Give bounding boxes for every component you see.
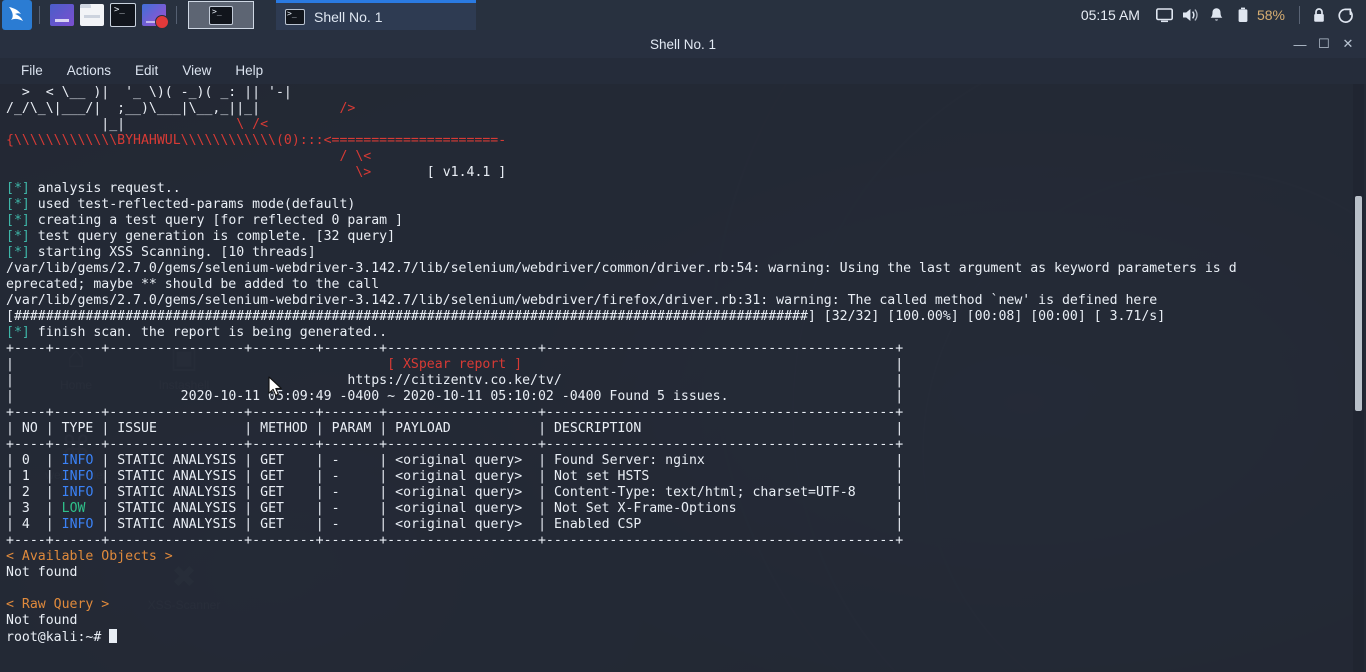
workspace-window-icon <box>209 5 233 25</box>
display-icon[interactable] <box>1152 0 1178 30</box>
kali-dragon-icon[interactable] <box>2 0 32 30</box>
top-panel: Shell No. 1 05:15 AM 58% <box>0 0 1366 30</box>
screen: ⌂ Home ▣ Instashell ⌘ webpwnder ✖ XSS-Sc… <box>0 0 1366 672</box>
clock[interactable]: 05:15 AM <box>1081 7 1140 23</box>
panel-separator <box>176 6 177 24</box>
terminal-window: Shell No. 1 — ☐ ✕ File Actions Edit View… <box>0 30 1366 672</box>
menu-actions[interactable]: Actions <box>55 58 123 84</box>
maximize-button[interactable]: ☐ <box>1312 30 1336 58</box>
window-controls: — ☐ ✕ <box>1288 30 1360 58</box>
scrollbar-thumb[interactable] <box>1355 196 1362 411</box>
menubar: File Actions Edit View Help <box>0 58 1366 84</box>
power-icon[interactable] <box>1332 0 1358 30</box>
menu-help[interactable]: Help <box>223 58 275 84</box>
menu-edit[interactable]: Edit <box>123 58 170 84</box>
menu-file[interactable]: File <box>9 58 55 84</box>
file-manager-launcher[interactable] <box>80 4 104 26</box>
battery-level: 58% <box>1256 7 1285 23</box>
close-button[interactable]: ✕ <box>1336 30 1360 58</box>
window-title: Shell No. 1 <box>649 36 717 52</box>
terminal-output-area[interactable]: > < \__ )| '_ \)( -_)( _: || '-| /_/\_\|… <box>0 84 1366 672</box>
web-browser-launcher[interactable] <box>50 4 74 26</box>
terminal-scrollbar[interactable] <box>1353 84 1364 672</box>
menu-view[interactable]: View <box>170 58 223 84</box>
lock-icon[interactable] <box>1306 0 1332 30</box>
system-tray: 05:15 AM 58% <box>1081 0 1366 30</box>
terminal-launcher[interactable] <box>110 3 136 27</box>
workspace-switcher[interactable] <box>188 1 254 29</box>
terminal-icon <box>285 8 305 25</box>
terminal-text: > < \__ )| '_ \)( -_)( _: || '-| /_/\_\|… <box>6 85 1237 645</box>
speaker-icon[interactable] <box>1178 0 1204 30</box>
task-button-shell-no-1[interactable]: Shell No. 1 <box>276 0 476 30</box>
battery-icon[interactable] <box>1230 0 1256 30</box>
task-button-label: Shell No. 1 <box>314 8 383 25</box>
bell-icon[interactable] <box>1204 0 1230 30</box>
minimize-button[interactable]: — <box>1288 30 1312 58</box>
window-titlebar[interactable]: Shell No. 1 — ☐ ✕ <box>0 30 1366 58</box>
screen-recorder-launcher[interactable] <box>142 4 169 29</box>
tray-separator <box>1299 6 1300 24</box>
panel-separator <box>39 6 40 24</box>
